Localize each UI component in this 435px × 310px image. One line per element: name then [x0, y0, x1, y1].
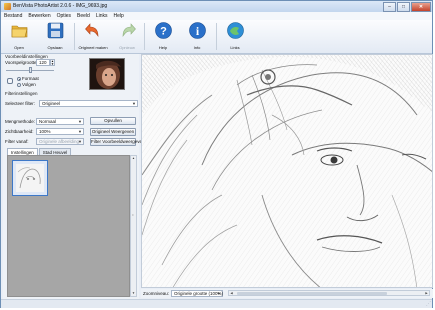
save-label: Opslaan	[47, 45, 63, 50]
window-controls: – □ ✕	[382, 2, 431, 12]
zoom-select-value: Originele grootte (100%)	[174, 291, 224, 296]
menu-bestand[interactable]: Bestand	[1, 12, 25, 20]
filter-from-select[interactable]: Originele afbeelding ▼	[36, 138, 84, 145]
mix-select-value: Normaal	[39, 119, 57, 124]
globe-link-icon	[227, 22, 244, 39]
redo-label: Opnieuw	[119, 45, 135, 50]
settings-panel: Voorbeeldinstellingen Voorspelgrootte: 1…	[3, 54, 145, 300]
menu-help[interactable]: Help	[111, 12, 127, 20]
filter-select-value: Origineel	[42, 101, 61, 106]
info-icon: i	[189, 22, 206, 39]
scroll-up-icon[interactable]: ▲	[131, 156, 136, 161]
filter-from-select-value: Originele afbeelding	[39, 139, 80, 144]
scroll-right-icon[interactable]: ▶	[424, 291, 429, 295]
mix-label: Mengmethode:	[5, 119, 36, 124]
menu-bewerken[interactable]: Bewerken	[25, 12, 53, 20]
title-bar[interactable]: BenVista PhotoArtist 2.0.6 - IMG_9693.jp…	[1, 1, 432, 12]
help-button[interactable]: ? Help	[147, 21, 179, 52]
filter-select-label: Selecteer filter:	[5, 101, 36, 106]
filter-preview-button[interactable]: Filter Voorbeeldweergeven	[90, 138, 145, 146]
window-title: BenVista PhotoArtist 2.0.6 - IMG_9693.jp…	[13, 3, 108, 9]
folder-open-icon	[11, 25, 28, 38]
preview-size-spinner[interactable]: ▲ ▼	[50, 59, 55, 66]
app-icon	[4, 3, 11, 10]
strength-select[interactable]: 100% ▼	[36, 128, 84, 135]
chevron-down-icon: ▼	[78, 129, 82, 134]
chevron-down-icon: ▼	[217, 291, 221, 296]
links-button[interactable]: Links	[219, 21, 251, 52]
thumbnail-scrollbar[interactable]: ▲ ≡ ▼	[130, 155, 137, 297]
menu-beeld[interactable]: Beeld	[74, 12, 93, 20]
filter-from-label: Filter vanaf:	[5, 139, 29, 144]
thumbnail-area	[7, 155, 130, 297]
horizontal-scroll-thumb[interactable]	[237, 292, 387, 295]
preview-size-input[interactable]: 120	[36, 59, 50, 66]
preview-mode-icon	[7, 78, 13, 84]
show-original-button[interactable]: Origineel Weergeven	[90, 128, 136, 136]
open-button[interactable]: Open	[3, 21, 35, 52]
maximize-button[interactable]: □	[397, 2, 410, 12]
app-window: BenVista PhotoArtist 2.0.6 - IMG_9693.jp…	[0, 0, 433, 308]
floppy-disk-icon	[47, 22, 64, 39]
radio-fixed-label: Formaat	[22, 76, 39, 81]
toolbar-separator	[144, 23, 145, 50]
help-label: Help	[158, 45, 168, 50]
chevron-down-icon: ▼	[78, 139, 82, 144]
zoom-select[interactable]: Originele grootte (100%) ▼	[171, 290, 223, 297]
filter-thumbnail[interactable]	[12, 160, 48, 196]
mix-select[interactable]: Normaal ▼	[36, 118, 84, 125]
portrait-preview-image	[90, 59, 124, 89]
undo-arrow-icon	[85, 23, 99, 38]
zoom-bar: Zoomniveau: Originele grootte (100%) ▼ ◀…	[141, 289, 433, 298]
radio-follow-label: Volgen	[22, 82, 36, 87]
radio-follow[interactable]	[17, 83, 21, 87]
zoom-label: Zoomniveau:	[143, 291, 170, 296]
resize-grip-icon[interactable]: ⋰	[426, 301, 431, 307]
menu-opties[interactable]: Opties	[54, 12, 74, 20]
redo-button[interactable]: Opnieuw	[111, 21, 143, 52]
filter-select[interactable]: Origineel ▼	[39, 100, 138, 107]
chevron-down-icon: ▼	[78, 119, 82, 124]
undo-button[interactable]: Origineel maken	[77, 21, 109, 52]
svg-text:?: ?	[160, 26, 167, 38]
preview-thumbnail	[89, 58, 125, 90]
toolbar-separator	[216, 23, 217, 50]
redo-arrow-icon	[122, 23, 136, 38]
scroll-left-icon[interactable]: ◀	[229, 291, 234, 295]
help-question-icon: ?	[155, 22, 172, 39]
filter-group-title: Filterinstellingen	[5, 91, 38, 96]
chevron-down-icon: ▼	[132, 101, 136, 106]
info-button[interactable]: i Info	[181, 21, 213, 52]
toolbar-separator	[74, 23, 75, 50]
open-label: Open	[14, 45, 24, 50]
preview-size-label: Voorspelgrootte:	[5, 60, 38, 65]
tab-stad-heuvel[interactable]: Stad Heuvel	[38, 148, 72, 155]
minimize-button[interactable]: –	[383, 2, 396, 12]
info-label: Info	[193, 45, 201, 50]
strength-select-value: 100%	[39, 129, 51, 134]
save-button[interactable]: Opslaan	[39, 21, 71, 52]
toolbar: Open Opslaan Origineel maken Opnieuw ? H…	[1, 20, 432, 54]
menu-links[interactable]: Links	[93, 12, 111, 20]
links-label: Links	[230, 45, 240, 50]
scroll-grip-icon: ≡	[132, 213, 134, 217]
tab-settings[interactable]: Instellingen	[7, 148, 38, 155]
undo-label: Origineel maken	[78, 45, 108, 50]
image-canvas[interactable]	[141, 54, 433, 288]
panel-tabs: Instellingen Stad Heuvel	[7, 148, 72, 155]
sketch-thumbnail-image	[16, 164, 44, 192]
strength-label: Zichtbaarheid:	[5, 129, 34, 134]
horizontal-scrollbar[interactable]: ◀ ▶	[228, 290, 430, 296]
scroll-down-icon[interactable]: ▼	[131, 291, 136, 296]
close-button[interactable]: ✕	[411, 2, 431, 12]
status-bar: ⋰	[1, 299, 432, 308]
apply-button[interactable]: Opvullen	[90, 117, 136, 125]
preview-size-slider-thumb[interactable]	[29, 67, 32, 73]
radio-fixed[interactable]	[17, 77, 21, 81]
pencil-sketch-portrait	[142, 55, 432, 287]
